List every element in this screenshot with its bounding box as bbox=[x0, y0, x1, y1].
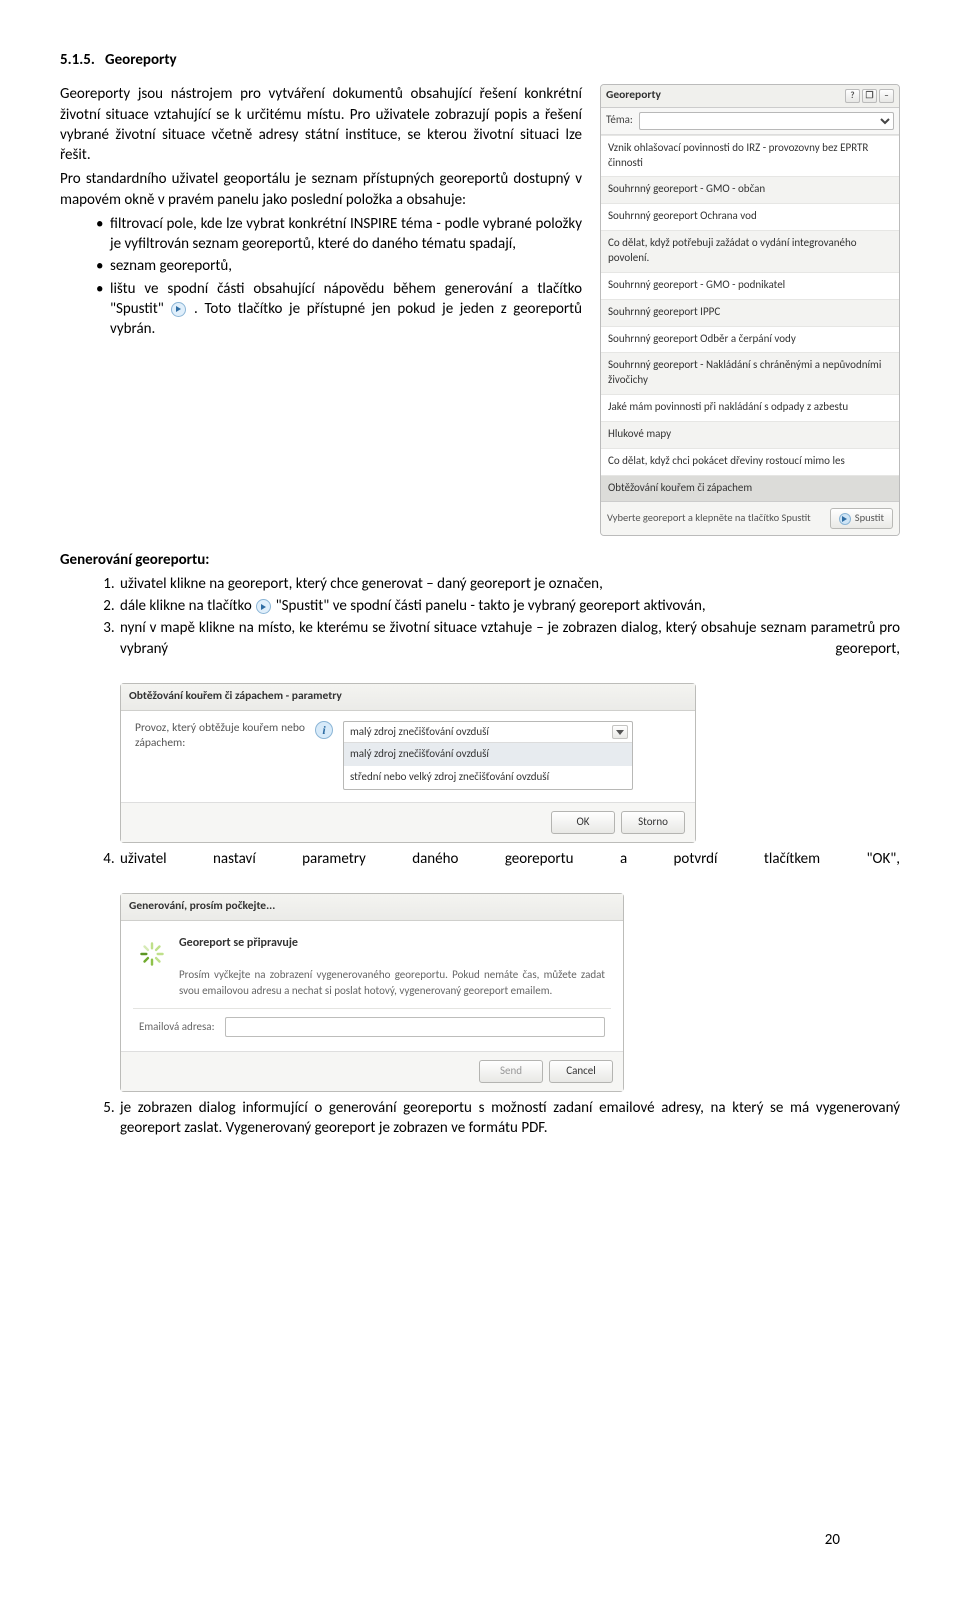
step-4: uživatel nastaví parametry daného georep… bbox=[118, 849, 900, 1092]
step-5: je zobrazen dialog informující o generov… bbox=[118, 1098, 900, 1139]
list-item[interactable]: Co dělat, když chci pokácet dřeviny rost… bbox=[601, 448, 899, 475]
param-label: Provoz, který obtěžuje kouřem nebo zápac… bbox=[135, 721, 305, 752]
ok-button[interactable]: OK bbox=[551, 811, 615, 834]
list-item[interactable]: Souhrnný georeport IPPC bbox=[601, 299, 899, 326]
list-item[interactable]: Jaké mám povinnosti při nakládání s odpa… bbox=[601, 394, 899, 421]
dialog-title: Obtěžování kouřem či zápachem - parametr… bbox=[121, 684, 695, 711]
theme-label: Téma: bbox=[606, 113, 633, 128]
list-item[interactable]: Souhrnný georeport - Nakládání s chráněn… bbox=[601, 352, 899, 394]
combo-option[interactable]: malý zdroj znečišťování ovzduší bbox=[344, 743, 632, 766]
bullet-list: seznam georeportů, bbox=[96, 256, 582, 276]
panel-header: Georeporty ? ❐ – bbox=[601, 85, 899, 108]
list-item[interactable]: Co dělat, když potřebuji zažádat o vydán… bbox=[601, 230, 899, 272]
footer-hint: Vyberte georeport a klepněte na tlačítko… bbox=[607, 511, 811, 525]
generating-text: Georeport se připravuje Prosím vyčkejte … bbox=[179, 935, 605, 998]
theme-select[interactable] bbox=[639, 112, 894, 130]
run-button[interactable]: Spustit bbox=[830, 508, 893, 528]
spinner-icon bbox=[139, 941, 165, 967]
section-heading: 5.1.5. Georeporty bbox=[60, 50, 900, 70]
step-1: uživatel klikne na georeport, který chce… bbox=[118, 574, 900, 594]
play-icon bbox=[256, 599, 271, 614]
panel-title: Georeporty bbox=[606, 88, 661, 104]
step-3: nyní v mapě klikne na místo, ke kterému … bbox=[118, 618, 900, 843]
combo-selected: malý zdroj znečišťování ovzduší bbox=[350, 725, 489, 740]
list-item[interactable]: Souhrnný georeport - GMO - občan bbox=[601, 176, 899, 203]
info-icon[interactable]: i bbox=[315, 721, 333, 739]
list-item[interactable]: Hlukové mapy bbox=[601, 421, 899, 448]
email-field[interactable] bbox=[225, 1017, 605, 1037]
georeporty-panel: Georeporty ? ❐ – Téma: Vznik ohlašovací … bbox=[600, 84, 900, 535]
param-combobox[interactable]: malý zdroj znečišťování ovzduší malý zdr… bbox=[343, 721, 633, 791]
generation-heading: Generování georeportu: bbox=[60, 550, 900, 570]
email-label: Emailová adresa: bbox=[139, 1020, 215, 1035]
play-icon bbox=[839, 513, 851, 525]
feature-bullets: filtrovací pole, kde lze vybrat konkrétn… bbox=[60, 214, 582, 340]
intro-and-panel: Georeporty jsou nástrojem pro vytváření … bbox=[60, 84, 900, 535]
list-item[interactable]: Vznik ohlašovací povinnosti do IRZ - pro… bbox=[601, 135, 899, 177]
section-title: Georeporty bbox=[105, 51, 177, 69]
send-button[interactable]: Send bbox=[479, 1060, 543, 1083]
section-number: 5.1.5. bbox=[60, 51, 95, 69]
play-icon bbox=[171, 302, 186, 317]
intro-text-column: Georeporty jsou nástrojem pro vytváření … bbox=[60, 84, 582, 345]
generating-body: Prosím vyčkejte na zobrazení vygenerovan… bbox=[179, 968, 605, 996]
panel-footer: Vyberte georeport a klepněte na tlačítko… bbox=[601, 501, 899, 534]
dialog-title: Generování, prosím počkejte... bbox=[121, 894, 623, 921]
paragraph-2: Pro standardního uživatel geoportálu je … bbox=[60, 169, 582, 210]
generation-steps: uživatel klikne na georeport, který chce… bbox=[60, 574, 900, 1138]
generating-dialog: Generování, prosím počkejte... bbox=[120, 893, 624, 1091]
paragraph-1: Georeporty jsou nástrojem pro vytváření … bbox=[60, 84, 582, 165]
bullet-toolbar: lištu ve spodní části obsahující nápověd… bbox=[96, 279, 582, 340]
restore-icon[interactable]: ❐ bbox=[862, 89, 877, 103]
help-icon[interactable]: ? bbox=[845, 89, 860, 103]
list-item[interactable]: Souhrnný georeport - GMO - podnikatel bbox=[601, 272, 899, 299]
combo-option[interactable]: střední nebo velký zdroj znečišťování ov… bbox=[344, 766, 632, 789]
generating-heading: Georeport se připravuje bbox=[179, 936, 298, 950]
minimize-icon[interactable]: – bbox=[879, 89, 894, 103]
step-2: dále klikne na tlačítko "Spustit" ve spo… bbox=[118, 596, 900, 616]
georeport-list: Vznik ohlašovací povinnosti do IRZ - pro… bbox=[601, 135, 899, 502]
list-item[interactable]: Obtěžování kouřem či zápachem bbox=[601, 475, 899, 502]
bullet-filter: filtrovací pole, kde lze vybrat konkrétn… bbox=[96, 214, 582, 255]
list-item[interactable]: Souhrnný georeport Odběr a čerpání vody bbox=[601, 326, 899, 353]
page-number: 20 bbox=[825, 1530, 840, 1550]
parameters-dialog: Obtěžování kouřem či zápachem - parametr… bbox=[120, 683, 696, 843]
cancel-button[interactable]: Cancel bbox=[549, 1060, 613, 1083]
cancel-button[interactable]: Storno bbox=[621, 811, 685, 834]
theme-filter-row: Téma: bbox=[601, 108, 899, 135]
chevron-down-icon[interactable] bbox=[612, 725, 628, 739]
list-item[interactable]: Souhrnný georeport Ochrana vod bbox=[601, 203, 899, 230]
